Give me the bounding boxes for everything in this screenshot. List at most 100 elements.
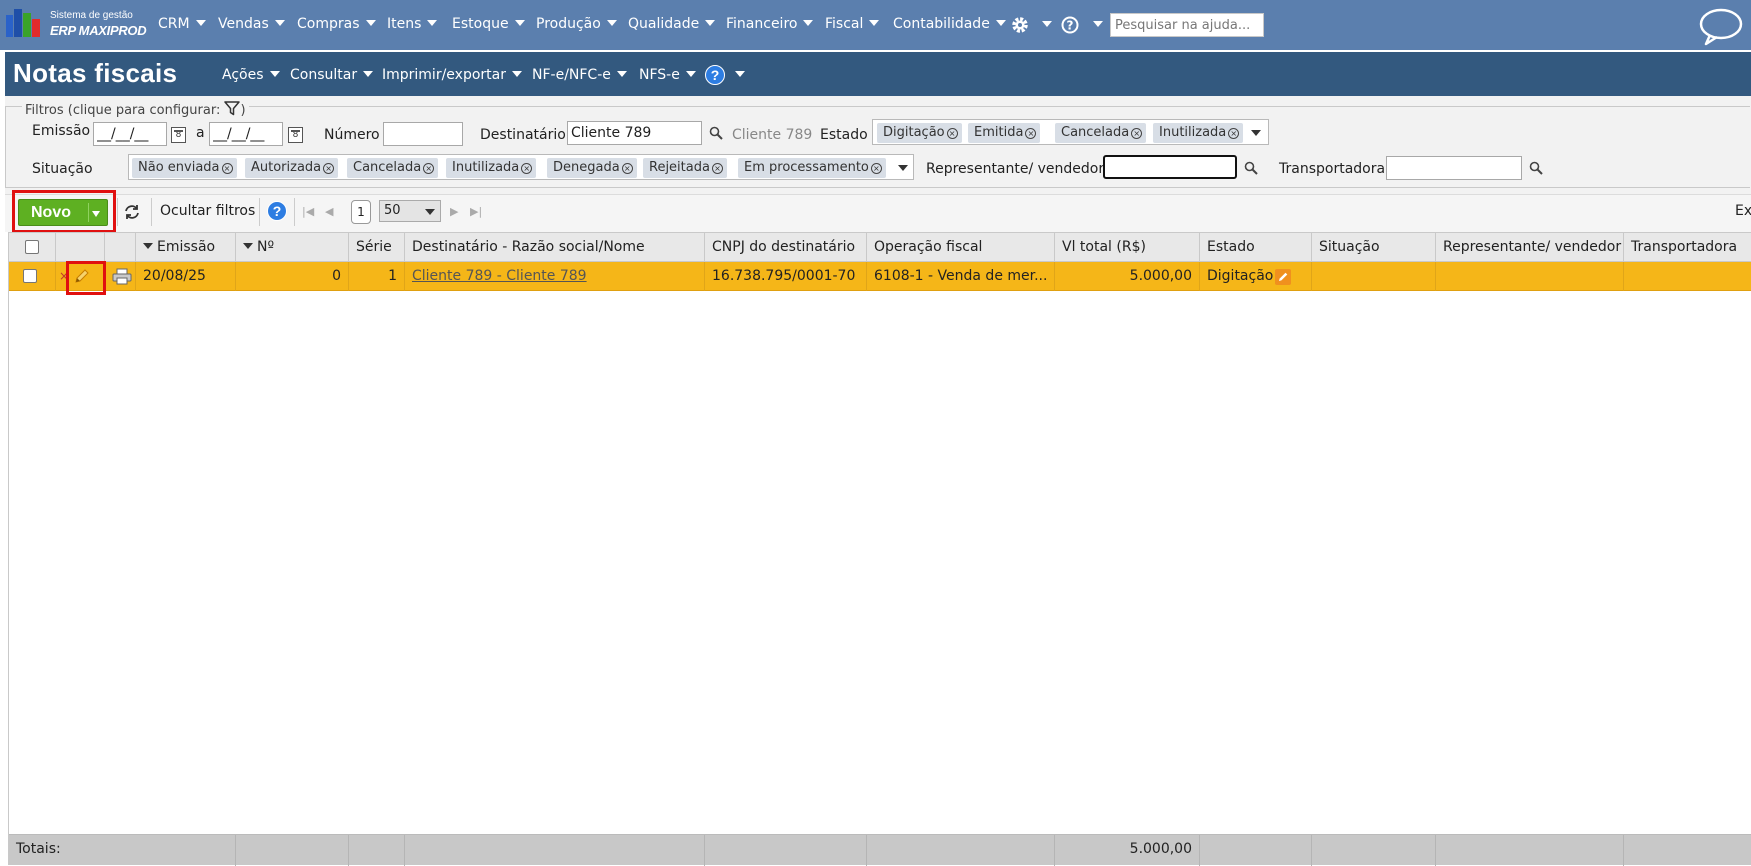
representante-field[interactable] [1103,155,1237,179]
select-all-header [9,233,56,262]
emissao-to-field[interactable] [209,122,283,146]
destinatario-resolved-name: Cliente 789 [732,127,813,143]
search-icon[interactable] [1529,161,1543,175]
funnel-icon[interactable] [224,101,241,116]
remove-tag-icon[interactable]: × [521,163,533,174]
calendar-icon[interactable]: 8 [171,127,186,143]
page-size-select[interactable]: 50 [379,200,441,222]
totals-row: Totais: 5.000,00 [9,834,1751,866]
col-vl-total[interactable]: Vl total (R$) [1055,233,1200,262]
nav-menu-itens[interactable]: Itens [387,16,438,32]
situacao-tag[interactable]: Denegada × [547,158,637,178]
col-operacao-fiscal[interactable]: Operação fiscal [867,233,1055,262]
chevron-down-icon[interactable] [898,165,908,171]
situacao-tag[interactable]: Em processamento × [738,158,886,178]
col-destinatario[interactable]: Destinatário - Razão social/Nome [405,233,705,262]
menu-consultar[interactable]: Consultar [290,67,374,83]
chat-bubble-icon[interactable] [1698,6,1744,46]
chevron-down-icon [425,209,435,215]
cell-emissao: 20/08/25 [136,262,236,291]
situacao-tag[interactable]: Rejeitada × [643,158,727,178]
remove-tag-icon[interactable]: × [1131,128,1143,139]
remove-tag-icon[interactable]: × [423,163,435,174]
numero-field[interactable] [383,122,463,146]
situacao-tag[interactable]: Cancelada × [347,158,439,178]
remove-tag-icon[interactable]: × [711,163,723,174]
nav-menu-crm[interactable]: CRM [158,16,206,32]
destinatario-field[interactable] [567,121,702,145]
nav-menu-compras[interactable]: Compras [297,16,376,32]
first-page-icon[interactable]: |◀ [302,205,314,218]
transportadora-field[interactable] [1386,156,1522,180]
col-estado[interactable]: Estado [1200,233,1312,262]
search-icon[interactable] [1244,161,1258,175]
situacao-tag[interactable]: Inutilizada × [446,158,537,178]
maxiprod-logo-icon[interactable] [6,9,44,37]
col-emissao[interactable]: Emissão [136,233,236,262]
emissao-from-field[interactable] [93,122,167,146]
menu-acoes[interactable]: Ações [222,67,280,83]
page-number-input[interactable]: 1 [351,200,371,224]
prev-page-icon[interactable]: ◀ [325,205,333,218]
row-checkbox[interactable] [23,269,37,283]
menu-nfe-nfce[interactable]: NF-e/NFC-e [532,67,627,83]
menu-imprimir-exportar[interactable]: Imprimir/exportar [382,67,522,83]
estado-multiselect[interactable]: Digitação × Emitida × Cancelada × Inutiliza… [872,119,1269,145]
estado-tag[interactable]: Cancelada × [1055,123,1147,143]
remove-tag-icon[interactable]: × [1025,128,1037,139]
gear-icon[interactable] [1010,15,1030,35]
table-row[interactable]: × 20/08/25 0 1 Cliente 789 - Cliente 789… [9,262,1751,291]
nav-menu-vendas[interactable]: Vendas [218,16,285,32]
filter-legend[interactable]: Filtros (clique para configurar: ) [22,101,249,118]
col-situacao[interactable]: Situação [1312,233,1436,262]
cell-estado: Digitação [1200,262,1312,291]
col-transportadora[interactable]: Transportadora [1624,233,1751,262]
remove-tag-icon[interactable]: × [946,128,958,139]
cell-situacao [1312,262,1436,291]
nav-menu-producao[interactable]: Produção [536,16,617,32]
hide-filters-button[interactable]: Ocultar filtros [160,203,255,219]
remove-tag-icon[interactable]: × [221,163,233,174]
situacao-tag[interactable]: Não enviada × [132,158,237,178]
col-cnpj[interactable]: CNPJ do destinatário [705,233,867,262]
nav-menu-contabilidade[interactable]: Contabilidade [893,16,1006,32]
chevron-down-icon[interactable] [1251,130,1261,136]
nav-menu-financeiro[interactable]: Financeiro [726,16,814,32]
annotation-highlight-edit [66,261,106,295]
search-icon[interactable] [709,126,723,140]
nav-menu-estoque[interactable]: Estoque [452,16,525,32]
calendar-icon[interactable]: 8 [288,127,303,143]
nav-menu-qualidade[interactable]: Qualidade [628,16,716,32]
situacao-multiselect[interactable]: Não enviada × Autorizada × Cancelada × Inut… [128,154,914,180]
help-search-input[interactable] [1110,13,1264,37]
nav-menu-fiscal[interactable]: Fiscal [825,16,880,32]
page-help-chevron-down-icon[interactable] [735,71,745,77]
col-representante[interactable]: Representante/ vendedor [1436,233,1624,262]
next-page-icon[interactable]: ▶ [450,205,458,218]
grid-help-icon[interactable]: ? [267,201,287,221]
estado-tag[interactable]: Digitação × [877,123,962,143]
help-chevron-down-icon[interactable] [1093,21,1103,27]
settings-chevron-down-icon[interactable] [1042,21,1052,27]
export-button-cut[interactable]: Ex [1735,203,1751,219]
refresh-icon[interactable] [123,203,141,221]
remove-tag-icon[interactable]: × [870,163,882,174]
select-all-checkbox[interactable] [25,240,39,254]
estado-tag[interactable]: Inutilizada × [1153,123,1244,143]
col-numero[interactable]: Nº [236,233,349,262]
print-icon[interactable] [112,268,132,285]
col-serie[interactable]: Série [349,233,405,262]
chevron-down-icon [869,20,880,26]
page-help-icon[interactable]: ? [705,65,725,85]
remove-tag-icon[interactable]: × [1228,128,1240,139]
page-title: Notas fiscais [13,58,178,88]
estado-tag[interactable]: Emitida × [968,123,1041,143]
destinatario-link[interactable]: Cliente 789 - Cliente 789 [412,268,587,284]
remove-tag-icon[interactable]: × [621,163,633,174]
last-page-icon[interactable]: ▶| [470,205,482,218]
remove-tag-icon[interactable]: × [323,163,335,174]
situacao-tag[interactable]: Autorizada × [245,158,339,178]
edit-status-icon[interactable] [1274,268,1292,286]
menu-nfse[interactable]: NFS-e [639,67,696,83]
question-icon[interactable]: ? [1060,15,1080,35]
